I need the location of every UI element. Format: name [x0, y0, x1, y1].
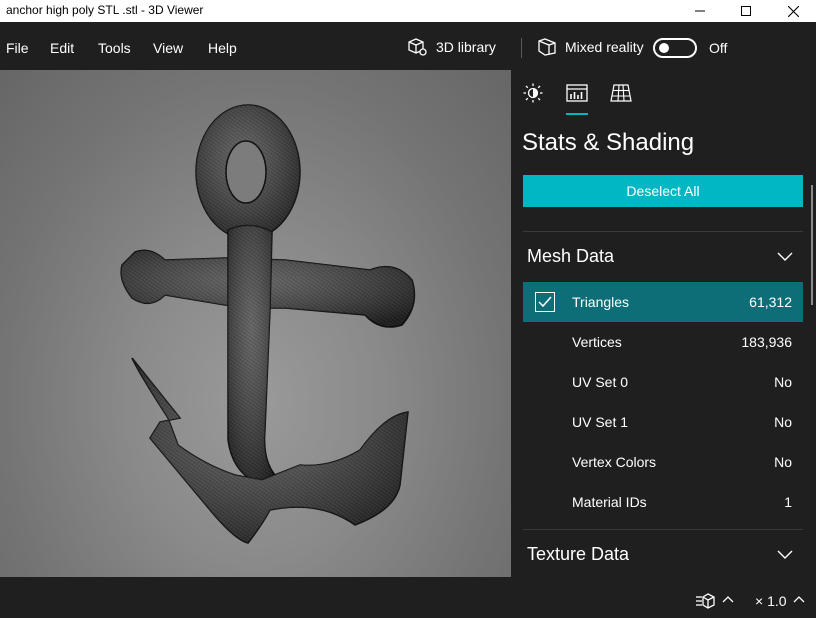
checkmark-icon [538, 296, 552, 308]
menu-separator [521, 38, 522, 58]
toggle-state-label: Off [709, 40, 728, 56]
close-button[interactable] [770, 0, 816, 22]
mesh-row-uv-set-1: UV Set 1 No [523, 402, 803, 442]
mesh-row-label: Triangles [572, 294, 630, 310]
maximize-button[interactable] [723, 0, 769, 22]
chevron-up-icon[interactable] [722, 595, 734, 603]
mesh-row-vertex-colors: Vertex Colors No [523, 442, 803, 482]
panel-scrollbar[interactable] [811, 185, 813, 305]
chevron-up-icon[interactable] [793, 595, 805, 603]
active-tab-indicator [566, 113, 588, 115]
menu-edit[interactable]: Edit [50, 40, 74, 56]
menu-tools[interactable]: Tools [98, 40, 131, 56]
triangles-checkbox[interactable] [535, 292, 555, 312]
maximize-icon [741, 6, 751, 16]
anchor-model[interactable] [0, 70, 511, 577]
title-bar: anchor high poly STL .stl - 3D Viewer [0, 0, 816, 22]
menu-file[interactable]: File [6, 40, 29, 56]
mesh-row-label: Vertex Colors [572, 454, 657, 470]
menu-help[interactable]: Help [208, 40, 237, 56]
mesh-row-value: No [774, 414, 792, 430]
3d-library-button[interactable]: 3D library [406, 37, 496, 57]
deselect-all-button[interactable]: Deselect All [523, 175, 803, 207]
mesh-row-label: UV Set 0 [572, 374, 629, 390]
tab-grid[interactable] [609, 82, 633, 104]
view-cube-icon[interactable] [696, 593, 716, 609]
mesh-row-label: Material IDs [572, 494, 647, 510]
minimize-button[interactable] [677, 0, 723, 22]
status-bar: × 1.0 [0, 577, 816, 618]
chevron-down-icon[interactable] [777, 550, 793, 560]
3d-viewport[interactable] [0, 70, 511, 577]
toggle-knob [659, 43, 669, 53]
stats-icon [566, 84, 588, 102]
mesh-row-vertices: Vertices 183,936 [523, 322, 803, 362]
chevron-down-icon[interactable] [777, 252, 793, 262]
menu-view[interactable]: View [153, 40, 183, 56]
section-divider [523, 529, 803, 530]
window-title: anchor high poly STL .stl - 3D Viewer [6, 3, 204, 17]
mixed-reality-toggle[interactable] [653, 38, 697, 58]
tab-lighting[interactable] [521, 82, 545, 104]
mesh-row-value: No [774, 374, 792, 390]
panel-title: Stats & Shading [522, 129, 695, 156]
3d-library-label: 3D library [436, 39, 496, 55]
minimize-icon [695, 10, 705, 12]
mixed-reality-button[interactable]: Mixed reality [537, 37, 644, 57]
mesh-row-label: UV Set 1 [572, 414, 629, 430]
mesh-row-value: No [774, 454, 792, 470]
texture-data-header[interactable]: Texture Data [527, 544, 629, 565]
mesh-row-value: 1 [784, 494, 792, 510]
mesh-row-label: Vertices [572, 334, 622, 350]
tab-stats[interactable] [565, 82, 589, 104]
mixed-reality-label: Mixed reality [565, 39, 644, 55]
mesh-row-triangles[interactable]: Triangles 61,312 [523, 282, 803, 322]
close-icon [787, 5, 799, 17]
mesh-row-uv-set-0: UV Set 0 No [523, 362, 803, 402]
lighting-icon [523, 83, 543, 103]
mesh-row-material-ids: Material IDs 1 [523, 482, 803, 522]
stats-panel: Stats & Shading Deselect All Mesh Data T… [511, 70, 816, 577]
mesh-row-value: 183,936 [741, 334, 792, 350]
zoom-level: × 1.0 [755, 593, 787, 609]
mixed-reality-icon [538, 38, 556, 56]
grid-icon [610, 84, 632, 102]
mesh-data-header[interactable]: Mesh Data [527, 246, 614, 267]
mesh-row-value: 61,312 [749, 294, 792, 310]
3d-library-icon [408, 38, 427, 56]
menu-bar: File Edit Tools View Help 3D library Mix… [0, 22, 816, 70]
section-divider [523, 231, 803, 232]
